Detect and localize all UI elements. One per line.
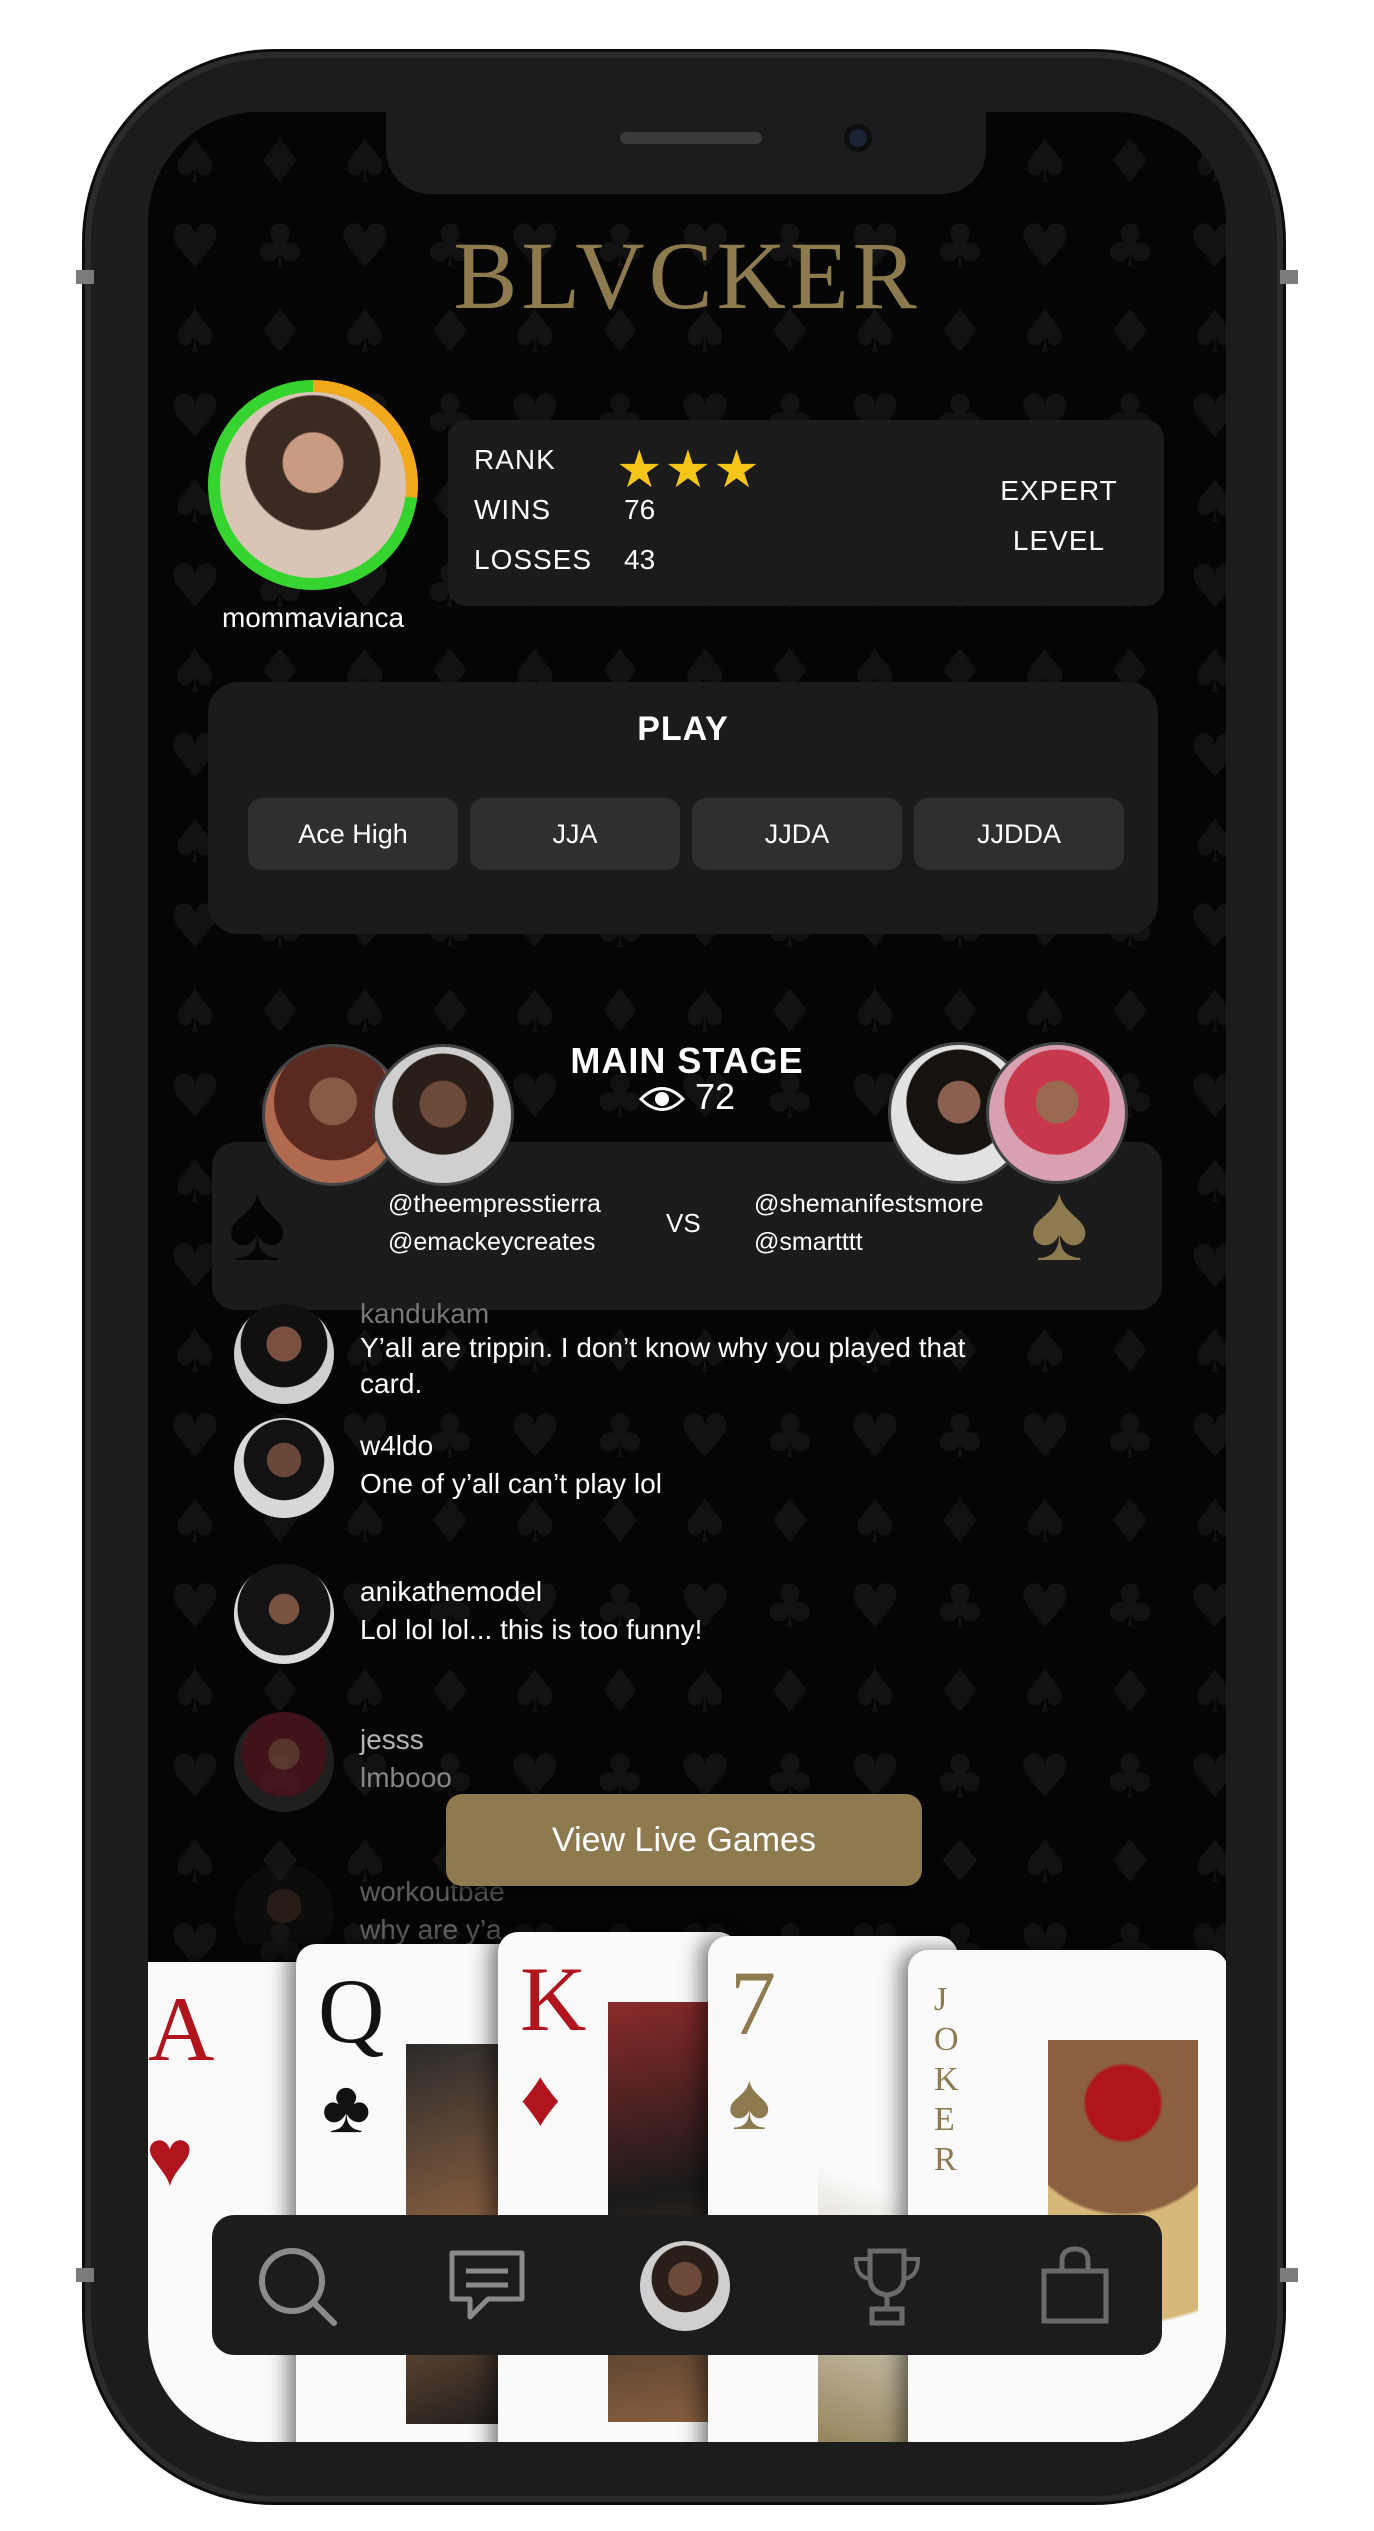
diamond-icon: ♦ xyxy=(520,2053,561,2142)
chat-username[interactable]: anikathemodel xyxy=(360,1576,542,1608)
spade-icon: ♠ xyxy=(228,1161,287,1284)
search-icon[interactable] xyxy=(252,2241,342,2331)
losses-label: LOSSES xyxy=(474,544,593,575)
team-left-handle[interactable]: @theempresstierra xyxy=(388,1190,601,1219)
chat-username[interactable]: w4ldo xyxy=(360,1430,433,1462)
card-joker: JOKER xyxy=(908,1950,1226,2442)
card-rank: 7 xyxy=(730,1952,776,2054)
chat-text: Lol lol lol... this is too funny! xyxy=(360,1614,703,1645)
viewer-count-value: 72 xyxy=(694,1076,736,1117)
star-icon: ★ xyxy=(713,441,762,499)
phone-notch xyxy=(386,112,986,194)
chat-text: lmbooo xyxy=(360,1762,452,1793)
team-right-handle[interactable]: @smartttt xyxy=(754,1228,863,1257)
bottom-nav xyxy=(212,2215,1162,2355)
profile-avatar[interactable] xyxy=(640,2241,730,2331)
profile-username: mommavianca xyxy=(221,602,405,633)
level-line-2: LEVEL xyxy=(1012,525,1106,556)
trophy-icon[interactable] xyxy=(842,2241,932,2331)
avatar-photo xyxy=(220,392,406,578)
chat-avatar[interactable] xyxy=(234,1418,334,1518)
chat-message: anikathemodel Lol lol lol... this is too… xyxy=(234,1564,1034,1674)
wins-value: 76 xyxy=(624,494,656,525)
chat-text: Y’all are trippin. I don’t know why you … xyxy=(360,1332,966,1399)
chat-text: One of y’all can’t play lol xyxy=(360,1468,662,1499)
card-fan: A ♥ Q ♣ K ♦ 7 ♠ JOKER xyxy=(148,1932,1226,2442)
player-level: EXPERT LEVEL xyxy=(984,466,1134,566)
team-left-handle[interactable]: @emackeycreates xyxy=(388,1228,595,1257)
phone-side-button xyxy=(76,270,94,284)
chat-avatar[interactable] xyxy=(234,1712,334,1812)
level-line-1: EXPERT xyxy=(1000,475,1118,506)
play-panel: PLAY Ace High JJA JJDA JJDDA xyxy=(208,682,1158,934)
player-avatar[interactable] xyxy=(372,1044,514,1186)
chat-message: kandukam Y’all are trippin. I don’t know… xyxy=(234,1298,1034,1414)
losses-value: 43 xyxy=(624,544,656,575)
eye-icon xyxy=(638,1087,685,1112)
card-rank: JOKER xyxy=(934,1981,959,2178)
card-rank: A xyxy=(148,1978,215,2080)
spade-icon: ♠ xyxy=(728,2057,771,2146)
rank-label: RANK xyxy=(474,444,556,475)
app-screen: ♠ ♦ ♥ ♣ BLVCKER mommavianca RANK ★★★ WIN… xyxy=(148,112,1226,2442)
gold-spade-icon: ♠ xyxy=(1030,1161,1089,1284)
profile-avatar[interactable] xyxy=(208,380,418,590)
phone-side-button xyxy=(1280,270,1298,284)
play-title: PLAY xyxy=(637,710,729,748)
team-right-handle[interactable]: @shemanifestsmore xyxy=(754,1190,984,1219)
heart-icon: ♥ xyxy=(148,2113,194,2202)
shop-bag-icon[interactable] xyxy=(1030,2241,1120,2331)
chat-username[interactable]: kandukam xyxy=(360,1298,489,1330)
mode-button-ace-high[interactable]: Ace High xyxy=(248,798,458,870)
front-camera xyxy=(844,124,872,152)
chat-avatar[interactable] xyxy=(234,1564,334,1664)
star-icon: ★ xyxy=(664,441,714,499)
phone-side-button xyxy=(1280,2268,1298,2282)
card-rank: K xyxy=(520,1948,587,2050)
chat-username[interactable]: jesss xyxy=(360,1724,424,1756)
speaker-grille xyxy=(620,132,762,144)
stats-panel: RANK ★★★ WINS 76 LOSSES 43 EXPERT LEVEL xyxy=(448,420,1164,606)
chat-avatar[interactable] xyxy=(234,1304,334,1404)
mode-button-jja[interactable]: JJA xyxy=(470,798,680,870)
phone-side-button xyxy=(76,2268,94,2282)
club-icon: ♣ xyxy=(322,2065,371,2148)
mode-button-jjda[interactable]: JJDA xyxy=(692,798,902,870)
view-live-games-button[interactable]: View Live Games xyxy=(446,1794,922,1886)
chat-message: w4ldo One of y’all can’t play lol xyxy=(234,1418,1034,1528)
star-icon: ★ xyxy=(616,441,665,499)
card-king-diamonds: K ♦ xyxy=(498,1932,738,2442)
versus-label: VS xyxy=(666,1208,701,1238)
rank-stars: ★★★ xyxy=(616,440,762,500)
app-logo: BLVCKER xyxy=(453,222,921,329)
mode-button-jjdda[interactable]: JJDDA xyxy=(914,798,1124,870)
card-rank: Q xyxy=(318,1960,385,2062)
wins-label: WINS xyxy=(474,494,552,525)
player-avatar[interactable] xyxy=(986,1042,1128,1184)
chat-icon[interactable] xyxy=(442,2241,532,2331)
